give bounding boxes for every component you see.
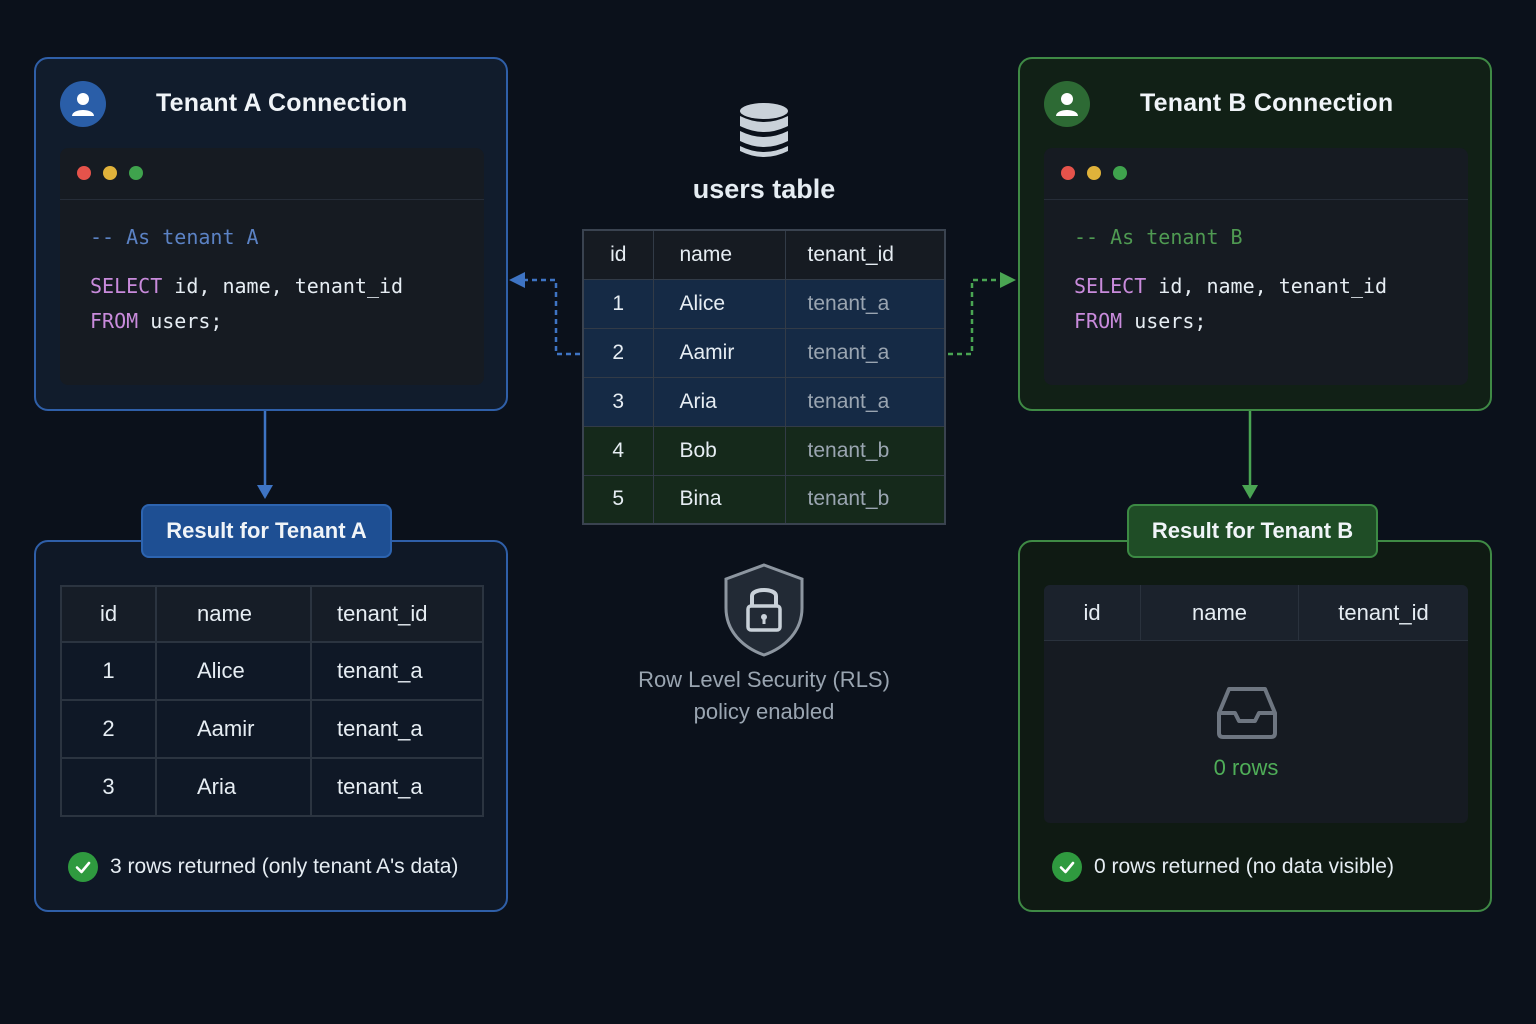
sql-table: users; (1122, 309, 1207, 333)
shield-lock-icon (724, 563, 804, 657)
check-circle-icon (1052, 852, 1082, 882)
cell-tenant: tenant_b (784, 425, 946, 476)
user-icon (60, 81, 106, 127)
table-row: 2 Aamir tenant_a (582, 327, 946, 378)
code-editor[interactable]: -- As tenant B SELECT id, name, tenant_i… (1044, 148, 1468, 385)
sql-columns: id, name, tenant_id (162, 274, 404, 298)
cell-name: Alice (652, 278, 786, 329)
column-header: name (155, 585, 312, 643)
result-table: id name tenant_id 1 Alice tenant_a 2 Aam… (60, 585, 484, 817)
window-controls (60, 148, 484, 200)
cell-name: Aamir (155, 699, 312, 759)
tenant-b-connection-panel: Tenant B Connection -- As tenant B SELEC… (1018, 57, 1492, 411)
cell-tenant: tenant_a (310, 699, 484, 759)
rls-line-1: Row Level Security (RLS) (638, 667, 890, 692)
cell-id: 2 (60, 699, 157, 759)
column-header: tenant_id (1338, 599, 1429, 625)
check-circle-icon (68, 852, 98, 882)
column-header: id (1044, 585, 1141, 640)
close-dot-icon (77, 166, 91, 180)
column-header: tenant_id (784, 229, 946, 280)
maximize-dot-icon (129, 166, 143, 180)
panel-title: Tenant B Connection (1140, 89, 1394, 117)
table-row: 2 Aamir tenant_a (60, 699, 484, 759)
table-row: 3 Aria tenant_a (582, 376, 946, 427)
cell-name: Bina (652, 474, 786, 525)
inbox-empty-icon (1217, 687, 1277, 739)
tenant-a-result-panel: id name tenant_id 1 Alice tenant_a 2 Aam… (34, 540, 508, 912)
sql-keyword: SELECT (1074, 274, 1147, 298)
result-tag: Result for Tenant B (1127, 504, 1378, 558)
column-header: id (582, 229, 654, 280)
result-table-empty: id name tenant_id 0 rows (1044, 585, 1468, 823)
sql-keyword: SELECT (90, 274, 163, 298)
table-header-row: id name tenant_id (60, 585, 484, 643)
table-row: 1 Alice tenant_a (582, 278, 946, 329)
sql-code: -- As tenant A SELECT id, name, tenant_i… (60, 200, 484, 339)
cell-id: 1 (60, 641, 157, 701)
cell-name: Aria (155, 757, 312, 817)
cell-id: 3 (60, 757, 157, 817)
cell-id: 2 (582, 327, 654, 378)
column-header: tenant_id (310, 585, 484, 643)
column-header: id (60, 585, 157, 643)
database-icon (740, 103, 788, 157)
table-row: 5 Bina tenant_b (582, 474, 946, 525)
sql-code: -- As tenant B SELECT id, name, tenant_i… (1044, 200, 1468, 339)
minimize-dot-icon (1087, 166, 1101, 180)
cell-name: Alice (155, 641, 312, 701)
users-table: id name tenant_id 1 Alice tenant_a 2 Aam… (582, 229, 946, 525)
close-dot-icon (1061, 166, 1075, 180)
rls-line-2: policy enabled (693, 699, 835, 724)
user-icon (1044, 81, 1090, 127)
panel-title: Tenant A Connection (156, 89, 408, 117)
table-header-row: id name tenant_id (582, 229, 946, 280)
sql-columns: id, name, tenant_id (1146, 274, 1388, 298)
cell-name: Bob (652, 425, 786, 476)
column-header: name (1141, 585, 1299, 640)
result-status: 3 rows returned (only tenant A's data) (68, 852, 458, 882)
table-row: 4 Bob tenant_b (582, 425, 946, 476)
users-table-title: users table (692, 174, 836, 204)
cell-tenant: tenant_b (784, 474, 946, 525)
minimize-dot-icon (103, 166, 117, 180)
cell-tenant: tenant_a (310, 757, 484, 817)
cell-tenant: tenant_a (310, 641, 484, 701)
sql-keyword: FROM (1074, 309, 1123, 333)
tenant-a-connection-panel: Tenant A Connection -- As tenant A SELEC… (34, 57, 508, 411)
cell-id: 5 (582, 474, 654, 525)
result-status: 0 rows returned (no data visible) (1052, 852, 1394, 882)
table-row: 1 Alice tenant_a (60, 641, 484, 701)
cell-tenant: tenant_a (784, 376, 946, 427)
zero-rows-label: 0 rows (1213, 755, 1279, 780)
sql-keyword: FROM (90, 309, 139, 333)
sql-table: users; (138, 309, 223, 333)
status-text: 0 rows returned (no data visible) (1094, 855, 1394, 878)
cell-name: Aria (652, 376, 786, 427)
sql-comment: -- As tenant A (90, 225, 259, 249)
window-controls (1044, 148, 1468, 200)
cell-tenant: tenant_a (784, 327, 946, 378)
code-editor[interactable]: -- As tenant A SELECT id, name, tenant_i… (60, 148, 484, 385)
result-tag: Result for Tenant A (141, 504, 392, 558)
tenant-b-result-panel: id name tenant_id 0 rows 0 rows returned… (1018, 540, 1492, 912)
status-text: 3 rows returned (only tenant A's data) (110, 855, 459, 878)
maximize-dot-icon (1113, 166, 1127, 180)
column-header: name (652, 229, 786, 280)
cell-id: 4 (582, 425, 654, 476)
cell-id: 3 (582, 376, 654, 427)
table-row: 3 Aria tenant_a (60, 757, 484, 817)
rls-caption: Row Level Security (RLS) policy enabled (582, 664, 946, 728)
table-header-row: id name tenant_id (1044, 585, 1468, 641)
cell-tenant: tenant_a (784, 278, 946, 329)
cell-name: Aamir (652, 327, 786, 378)
cell-id: 1 (582, 278, 654, 329)
sql-comment: -- As tenant B (1074, 225, 1243, 249)
